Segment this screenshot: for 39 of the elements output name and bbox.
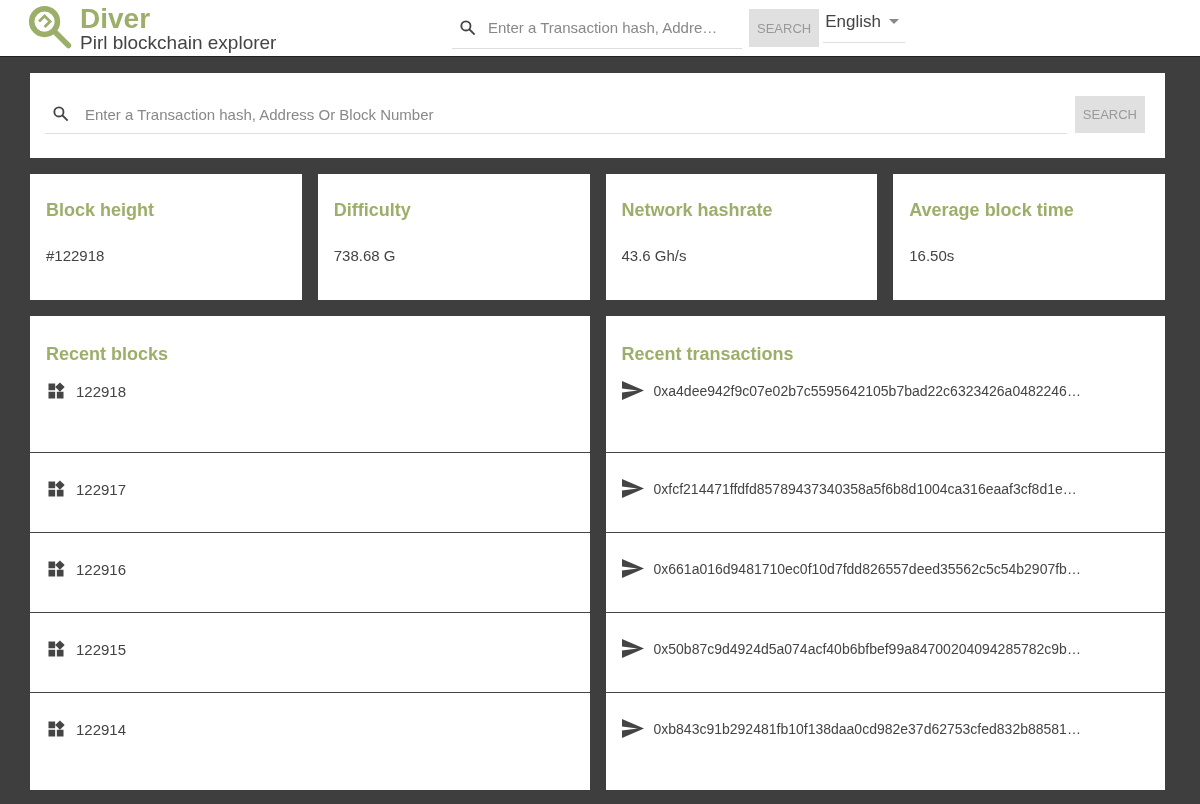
stat-label: Network hashrate	[621, 200, 774, 221]
send-icon	[621, 381, 644, 400]
search-field[interactable]: Enter a Transaction hash, Addre…	[486, 18, 742, 37]
language-dropdown[interactable]: English	[823, 2, 905, 43]
widgets-icon	[46, 719, 66, 739]
stat-value: 43.6 Gh/s	[621, 247, 688, 264]
search-icon	[51, 104, 71, 124]
search-icon	[458, 17, 478, 38]
stat-value: 738.68 G	[333, 247, 397, 264]
widgets-icon	[46, 559, 66, 579]
logo-icon	[28, 5, 74, 51]
stat-value: #122918	[46, 247, 106, 264]
search-field[interactable]: Enter a Transaction hash, Address Or Block Number	[83, 104, 1067, 124]
stat-value: 16.50s	[909, 247, 956, 264]
send-icon	[621, 479, 644, 498]
list-item-link[interactable]: 122916	[76, 560, 127, 578]
list-item-link[interactable]: 0x661a016d9481710ec0f10d7fdd826557deed35562c5c54b2907fb…	[653, 560, 1081, 577]
stat-label: Block height	[46, 200, 155, 221]
send-icon	[621, 719, 644, 738]
stat-label: Average block time	[909, 200, 1075, 221]
list-item-link[interactable]: 0xa4dee942f9c07e02b7c5595642105b7bad22c6323426a0482246…	[653, 382, 1081, 399]
send-icon	[621, 639, 644, 658]
widgets-icon	[46, 479, 66, 499]
list-item-link[interactable]: 122915	[76, 640, 127, 658]
list-item-link[interactable]: 122918	[76, 382, 127, 400]
send-icon	[621, 559, 644, 578]
list-item-link[interactable]: 0xb843c91b292481fb10f138daa0cd982e37d62753cfed832b88581…	[653, 720, 1081, 737]
widgets-icon	[46, 639, 66, 659]
card-title: Recent transactions	[621, 344, 794, 365]
card-title: Recent blocks	[46, 344, 169, 365]
list-item-link[interactable]: 122914	[76, 720, 127, 738]
widgets-icon	[46, 381, 66, 401]
stat-label: Difficulty	[333, 200, 412, 221]
logo-title: Diver	[80, 4, 152, 33]
list-item-link[interactable]: 0x50b87c9d4924d5a074acf40b6bfbef99a84700204094285782c9b…	[653, 640, 1081, 657]
caret-icon	[888, 19, 899, 25]
logo-subtitle: Pirl blockchain explorer	[80, 32, 277, 52]
list-item-link[interactable]: 122917	[76, 480, 127, 498]
list-item-link[interactable]: 0xfcf214471ffdfd85789437340358a5f6b8d1004ca316eaaf3cf8d1e…	[653, 480, 1077, 497]
